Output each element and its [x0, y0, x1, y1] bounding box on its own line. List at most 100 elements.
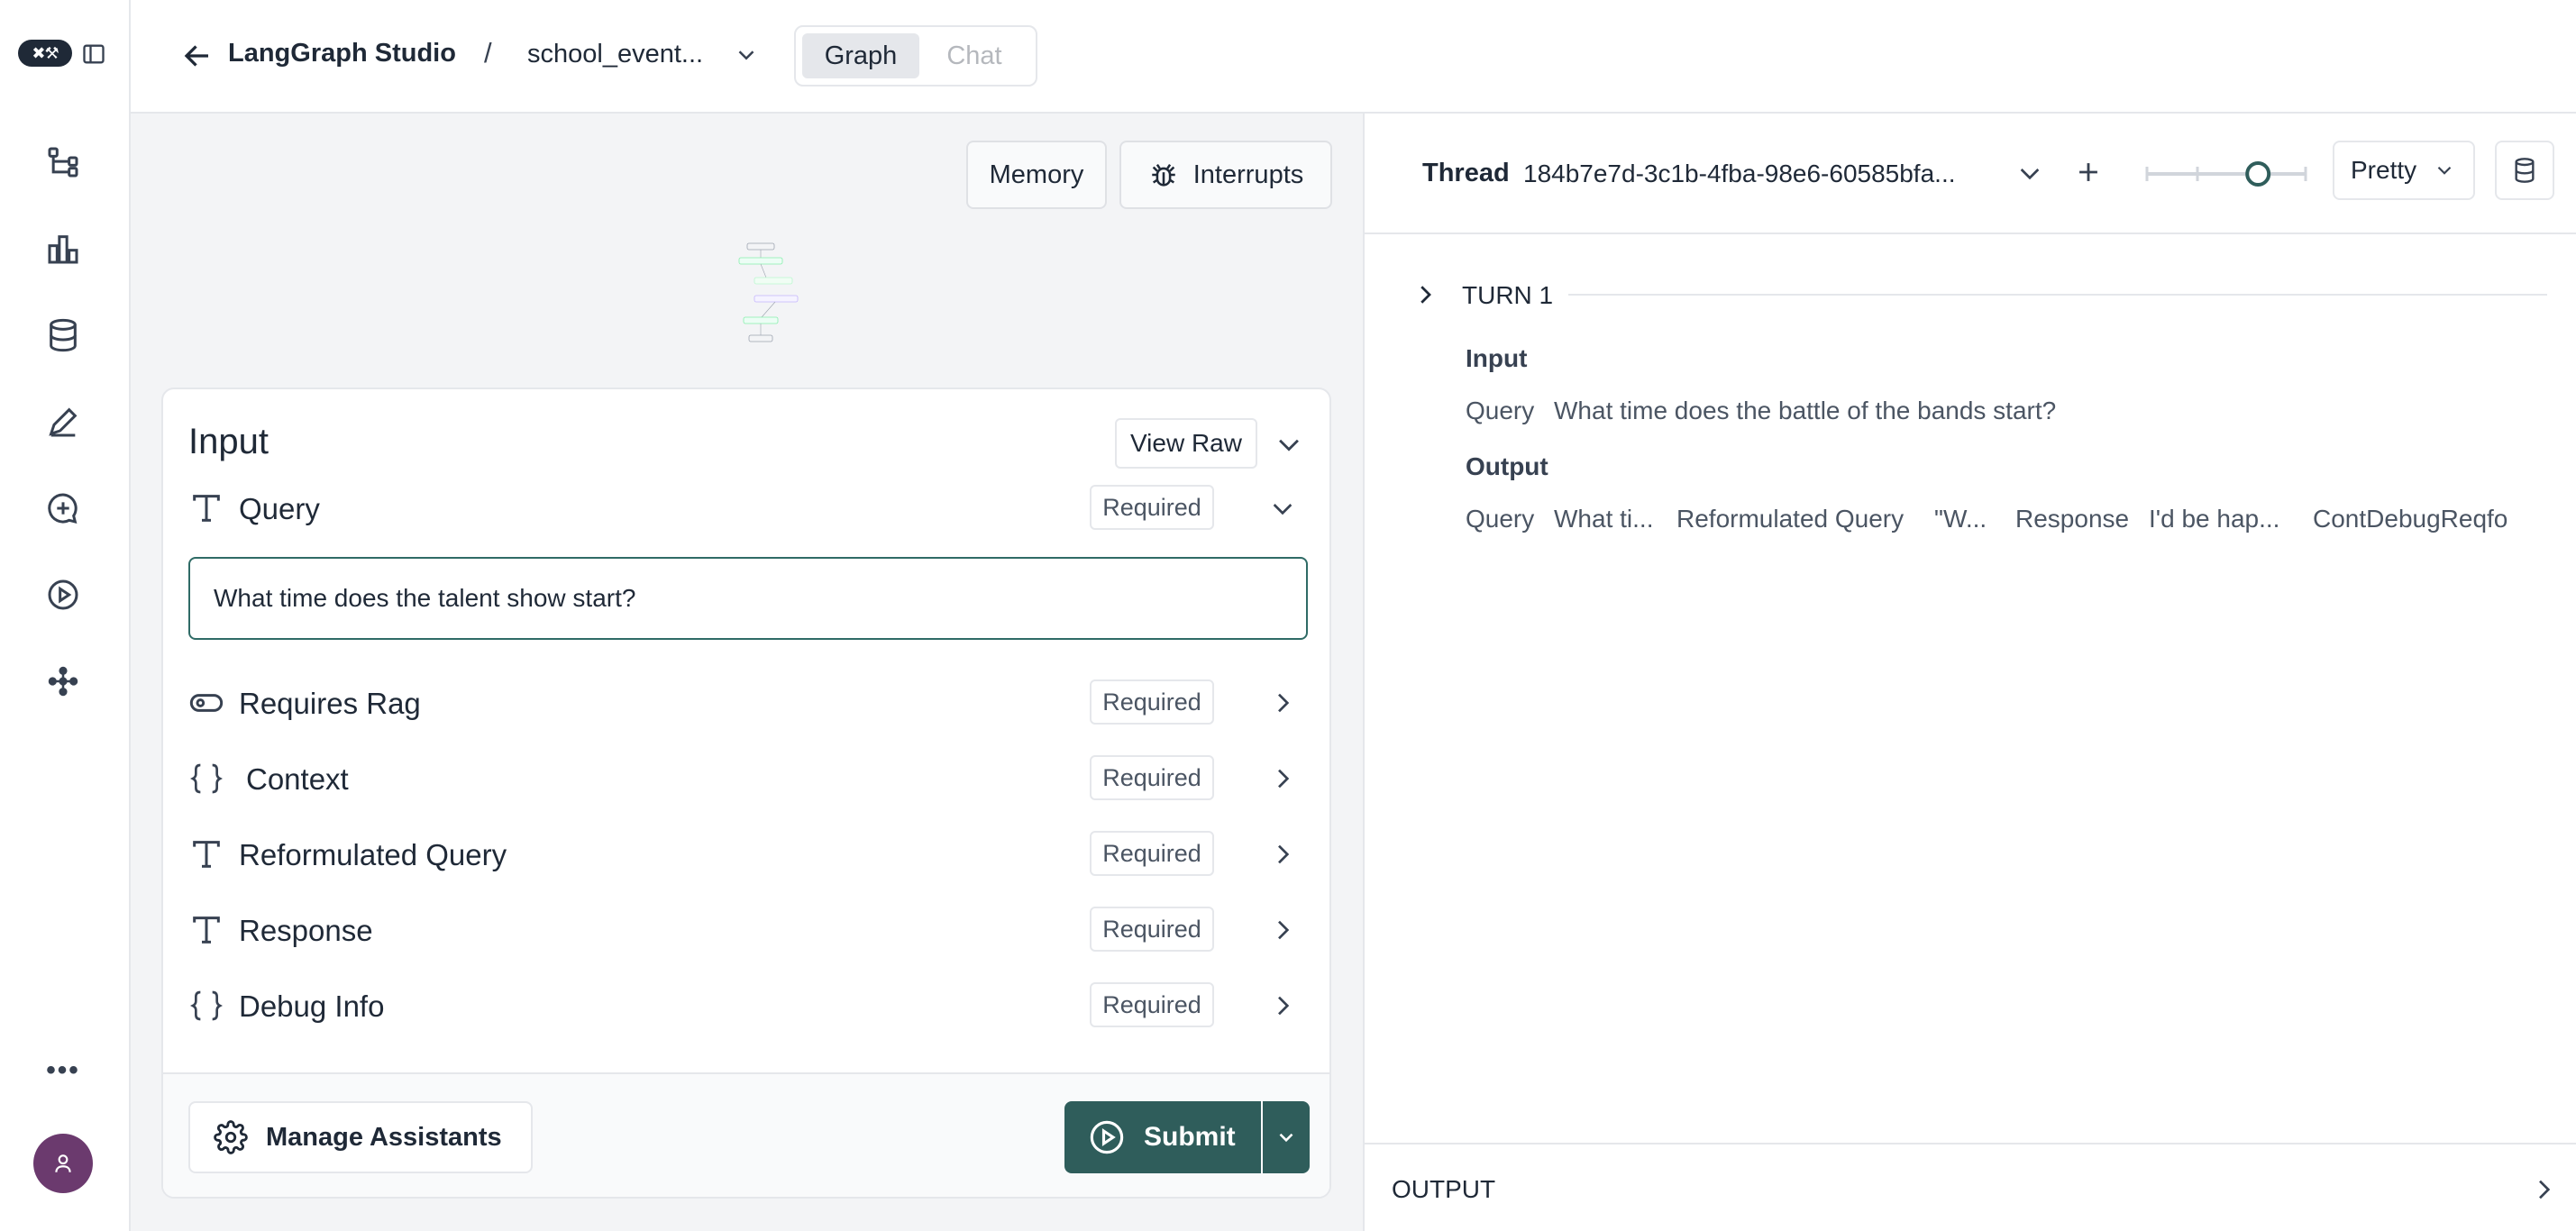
graph-node-4: [743, 316, 779, 324]
input-card-title: Input: [188, 422, 269, 461]
view-format-select[interactable]: Pretty: [2333, 141, 2475, 200]
history-slider[interactable]: [2145, 160, 2307, 187]
rail-chart-button[interactable]: [41, 227, 85, 270]
chevron-down-icon[interactable]: [2015, 159, 2044, 187]
output-overlapping-keys: ContDebugReqfo: [2313, 505, 2508, 533]
output-reformulated-key: Reformulated Query: [1676, 505, 1905, 533]
chevron-down-icon: [1279, 1133, 1293, 1143]
divider: [1568, 294, 2547, 296]
required-badge: Required: [1090, 907, 1214, 952]
thread-selector[interactable]: 184b7e7d-3c1b-4fba-98e6-60585bfa...: [1523, 160, 1956, 188]
turn-label[interactable]: TURN 1: [1462, 281, 1553, 310]
view-raw-button[interactable]: View Raw: [1115, 418, 1257, 469]
input-query-value[interactable]: What time does the battle of the bands s…: [1554, 397, 2056, 425]
field-label: Reformulated Query: [239, 838, 507, 871]
tab-chat[interactable]: Chat: [925, 33, 1024, 78]
rail-deploy-button[interactable]: [41, 660, 85, 703]
required-badge: Required: [1090, 755, 1214, 800]
field-debug-info[interactable]: Debug Info Required: [188, 980, 1310, 1031]
chat-plus-icon: [48, 493, 78, 524]
interrupts-button[interactable]: Interrupts: [1119, 141, 1332, 209]
graph-selector[interactable]: school_event...: [527, 40, 703, 69]
chevron-right-icon[interactable]: [1268, 991, 1297, 1020]
langchain-logo[interactable]: ✖⚒: [18, 40, 72, 67]
toggle-icon: [189, 694, 224, 712]
chevron-down-icon[interactable]: [1274, 429, 1304, 460]
user-icon: [55, 1154, 71, 1172]
output-query-value[interactable]: What ti...: [1554, 505, 1653, 533]
graph-icon: [48, 147, 78, 178]
more-icon: •••: [46, 1055, 80, 1085]
turn-output-heading: Output: [1466, 452, 1548, 480]
field-label: Debug Info: [239, 989, 385, 1023]
rail-run-button[interactable]: [41, 573, 85, 616]
thread-pane: Thread 184b7e7d-3c1b-4fba-98e6-60585bfa.…: [1363, 114, 2576, 1231]
view-mode-toggle: Graph Chat: [794, 25, 1037, 87]
top-bar: LangGraph Studio / school_event... Graph…: [131, 0, 2576, 114]
field-response[interactable]: Response Required: [188, 905, 1310, 955]
database-icon: [50, 318, 77, 352]
memory-label: Memory: [989, 160, 1084, 189]
rail-annotate-button[interactable]: [41, 400, 85, 443]
thread-label: Thread: [1422, 159, 1510, 187]
play-circle-icon: [1090, 1120, 1124, 1154]
required-badge: Required: [1090, 831, 1214, 876]
app-title[interactable]: LangGraph Studio: [228, 39, 456, 68]
submit-label: Submit: [1144, 1122, 1236, 1152]
rail-chat-button[interactable]: [41, 487, 85, 530]
manage-assistants-label: Manage Assistants: [266, 1122, 502, 1152]
left-rail: ✖⚒ •••: [0, 0, 131, 1231]
memory-button[interactable]: Memory: [966, 141, 1107, 209]
chevron-right-icon[interactable]: [2529, 1175, 2558, 1204]
field-reformulated-query[interactable]: Reformulated Query Required: [188, 829, 1310, 880]
plus-icon[interactable]: [2073, 157, 2104, 187]
graph-node-3: [754, 295, 799, 303]
text-type-icon: [193, 841, 220, 868]
chevron-right-icon[interactable]: [1268, 764, 1297, 793]
output-response-value[interactable]: I'd be hap...: [2149, 505, 2279, 533]
pen-icon: [49, 407, 78, 437]
thread-bar: Thread 184b7e7d-3c1b-4fba-98e6-60585bfa.…: [1365, 114, 2576, 234]
state-button[interactable]: [2495, 141, 2554, 200]
graph-canvas[interactable]: [708, 240, 807, 348]
back-arrow-icon[interactable]: [181, 40, 214, 72]
output-reformulated-value[interactable]: "W...: [1934, 505, 1987, 533]
braces-icon: [190, 763, 223, 794]
output-query-key: Query: [1466, 505, 1535, 533]
chevron-right-icon[interactable]: [1268, 688, 1297, 717]
breadcrumb-separator: /: [484, 37, 492, 68]
chevron-right-icon[interactable]: [1268, 840, 1297, 869]
field-context[interactable]: Context Required: [188, 753, 1310, 804]
bug-icon: [1152, 163, 1175, 187]
avatar[interactable]: [33, 1134, 93, 1193]
slider-thumb: [2245, 161, 2271, 187]
more-menu-button[interactable]: •••: [41, 1049, 85, 1092]
chevron-down-icon[interactable]: [1268, 494, 1297, 523]
field-label: Context: [246, 762, 349, 796]
graph-node-start: [746, 242, 775, 251]
chevron-right-icon[interactable]: [1411, 281, 1439, 308]
graph-pane: Memory Interrupts Input View Raw Query R…: [131, 114, 1363, 1231]
chevron-down-icon[interactable]: [733, 41, 760, 68]
manage-assistants-button[interactable]: Manage Assistants: [188, 1101, 533, 1173]
text-type-icon: [193, 495, 220, 522]
field-requires-rag[interactable]: Requires Rag Required: [188, 678, 1310, 728]
submit-options-button[interactable]: [1263, 1101, 1310, 1173]
tab-graph[interactable]: Graph: [802, 33, 919, 78]
view-format-value: Pretty: [2351, 156, 2417, 184]
submit-button[interactable]: Submit: [1064, 1101, 1261, 1173]
output-response-key: Response: [2015, 505, 2130, 533]
required-badge: Required: [1090, 679, 1214, 725]
chevron-down-icon: [2437, 166, 2452, 175]
logo-text: ✖⚒: [32, 43, 59, 62]
sidebar-toggle-icon[interactable]: [81, 41, 106, 67]
rail-database-button[interactable]: [41, 314, 85, 357]
query-input[interactable]: What time does the talent show start?: [188, 557, 1308, 640]
field-query: Query Required: [188, 483, 1310, 533]
interrupts-label: Interrupts: [1192, 160, 1304, 189]
output-panel-header[interactable]: OUTPUT: [1365, 1143, 2576, 1231]
chevron-right-icon[interactable]: [1268, 916, 1297, 944]
graph-node-end: [748, 334, 773, 342]
play-circle-icon: [48, 579, 78, 610]
rail-graph-button[interactable]: [41, 141, 85, 184]
